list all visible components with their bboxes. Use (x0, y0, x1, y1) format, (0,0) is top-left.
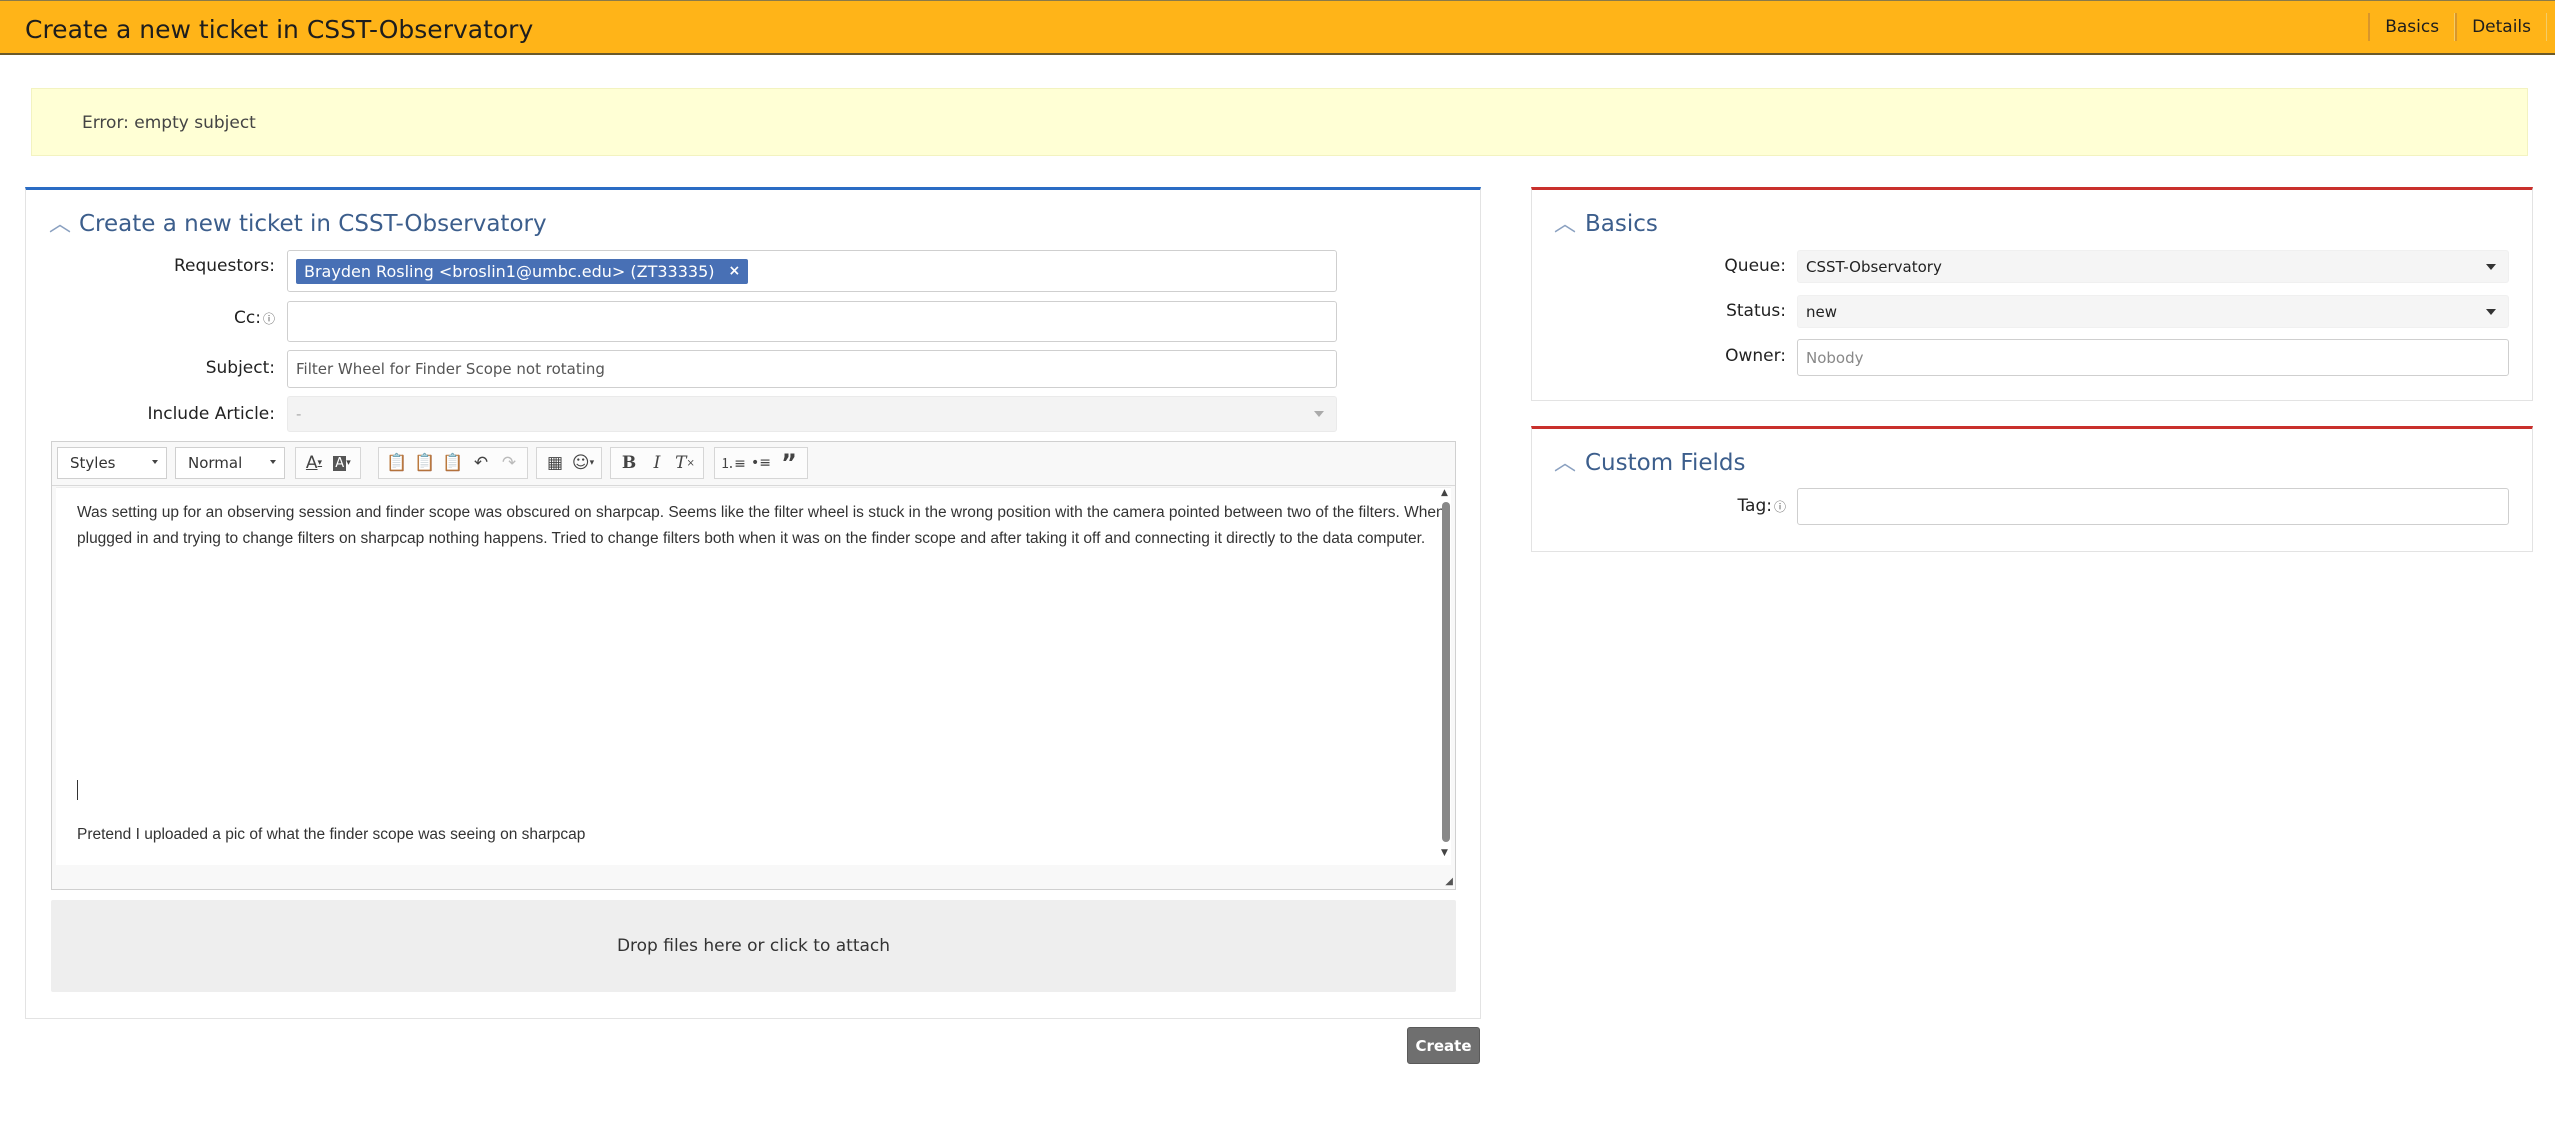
status-select[interactable]: new (1797, 295, 2509, 328)
editor-content[interactable]: Was setting up for an observing session … (56, 487, 1451, 865)
ticket-panel-title: Create a new ticket in CSST-Observatory (79, 211, 547, 237)
bulleted-list-icon[interactable]: •≡ (747, 449, 775, 477)
undo-icon[interactable]: ↶ (467, 449, 495, 477)
paste-word-icon[interactable]: 📋 (439, 449, 467, 477)
editor-toolbar: Styles Normal A ▾ A ▾ 📋 📋 📋 ↶ ↷ ▦ ☺ ▾ B I T… (52, 442, 1455, 486)
numbered-list-icon[interactable]: ⒈≡ (719, 449, 747, 477)
italic-icon[interactable]: I (643, 449, 671, 477)
include-article-value: - (296, 405, 302, 423)
paste-text-icon[interactable]: 📋 (411, 449, 439, 477)
header-tabs: Basics Details (2368, 13, 2547, 41)
format-dropdown[interactable]: Normal (175, 447, 285, 479)
tag-label-text: Tag: (1737, 496, 1772, 516)
custom-fields-panel-title: Custom Fields (1585, 450, 1746, 476)
editor-scrollbar[interactable]: ▲ ▼ (1441, 488, 1451, 860)
error-banner: Error: empty subject (31, 88, 2528, 156)
styles-dropdown-label: Styles (70, 454, 116, 472)
bold-icon[interactable]: B (615, 449, 643, 477)
styles-dropdown[interactable]: Styles (57, 447, 167, 479)
tag-input[interactable] (1797, 488, 2509, 525)
owner-input[interactable]: Nobody (1797, 339, 2509, 376)
include-article-label: Include Article: (147, 404, 275, 424)
redo-icon[interactable]: ↷ (495, 449, 523, 477)
create-button[interactable]: Create (1407, 1027, 1480, 1064)
cc-input[interactable] (287, 301, 1337, 342)
subject-input[interactable]: Filter Wheel for Finder Scope not rotati… (287, 350, 1337, 388)
blockquote-icon[interactable]: ” (775, 449, 803, 477)
requestor-chip: Brayden Rosling <broslin1@umbc.edu> (ZT3… (296, 258, 749, 284)
chevron-down-icon (2486, 308, 2496, 315)
queue-value: CSST-Observatory (1806, 257, 1942, 276)
scroll-down-icon[interactable]: ▼ (1441, 848, 1448, 858)
owner-label: Owner: (1725, 346, 1786, 366)
body-paragraph: Was setting up for an observing session … (77, 504, 1445, 547)
remove-requestor-icon[interactable]: × (729, 263, 741, 279)
chevron-down-icon (270, 460, 276, 464)
basic-styles-group: B I T × (610, 447, 704, 479)
message-editor: Styles Normal A ▾ A ▾ 📋 📋 📋 ↶ ↷ ▦ ☺ ▾ B I T… (51, 441, 1456, 890)
status-value: new (1806, 302, 1838, 321)
chevron-down-icon (2486, 263, 2496, 270)
cc-label-text: Cc: (234, 308, 261, 328)
table-icon[interactable]: ▦ (541, 449, 569, 477)
requestor-chip-label: Brayden Rosling <broslin1@umbc.edu> (ZT3… (304, 261, 715, 281)
tab-basics[interactable]: Basics (2368, 13, 2456, 41)
requestors-label: Requestors: (173, 256, 275, 276)
queue-label: Queue: (1724, 256, 1786, 276)
page-title: Create a new ticket in CSST-Observatory (25, 15, 534, 44)
chevron-down-icon (152, 460, 158, 464)
resize-handle-icon[interactable]: ◢ (1445, 876, 1453, 887)
chevron-down-icon (1314, 411, 1324, 417)
insert-group: ▦ ☺ ▾ (536, 447, 602, 479)
collapse-chevron-icon[interactable]: ︿ (49, 206, 71, 238)
format-dropdown-label: Normal (188, 454, 243, 472)
color-group: A ▾ A ▾ (295, 447, 361, 479)
requestors-input[interactable]: Brayden Rosling <broslin1@umbc.edu> (ZT3… (287, 250, 1337, 292)
text-color-icon[interactable]: A ▾ (300, 449, 328, 477)
status-label: Status: (1726, 301, 1786, 321)
tag-label: Tag: ⓘ (1600, 496, 1786, 516)
collapse-chevron-icon[interactable]: ︿ (1554, 206, 1576, 238)
page-header: Create a new ticket in CSST-Observatory … (0, 0, 2555, 55)
help-icon[interactable]: ⓘ (1774, 500, 1786, 514)
remove-format-icon[interactable]: T × (671, 449, 699, 477)
clipboard-group: 📋 📋 📋 ↶ ↷ (378, 447, 528, 479)
scrollbar-thumb[interactable] (1442, 502, 1450, 842)
paste-icon[interactable]: 📋 (383, 449, 411, 477)
collapse-chevron-icon[interactable]: ︿ (1554, 445, 1576, 477)
include-article-select[interactable]: - (287, 396, 1337, 432)
basics-panel-title: Basics (1585, 211, 1658, 237)
help-icon[interactable]: ⓘ (263, 312, 275, 326)
attachment-dropzone[interactable]: Drop files here or click to attach (51, 900, 1456, 992)
text-cursor (77, 780, 78, 800)
tab-details[interactable]: Details (2455, 13, 2547, 41)
body-note: Pretend I uploaded a pic of what the fin… (77, 826, 586, 843)
scroll-up-icon[interactable]: ▲ (1441, 488, 1448, 498)
subject-label: Subject: (205, 358, 275, 378)
cc-label: Cc: ⓘ (60, 308, 275, 328)
smiley-icon[interactable]: ☺ ▾ (569, 449, 597, 477)
queue-select[interactable]: CSST-Observatory (1797, 250, 2509, 283)
background-color-icon[interactable]: A ▾ (328, 449, 356, 477)
paragraph-group: ⒈≡ •≡ ” (714, 447, 808, 479)
